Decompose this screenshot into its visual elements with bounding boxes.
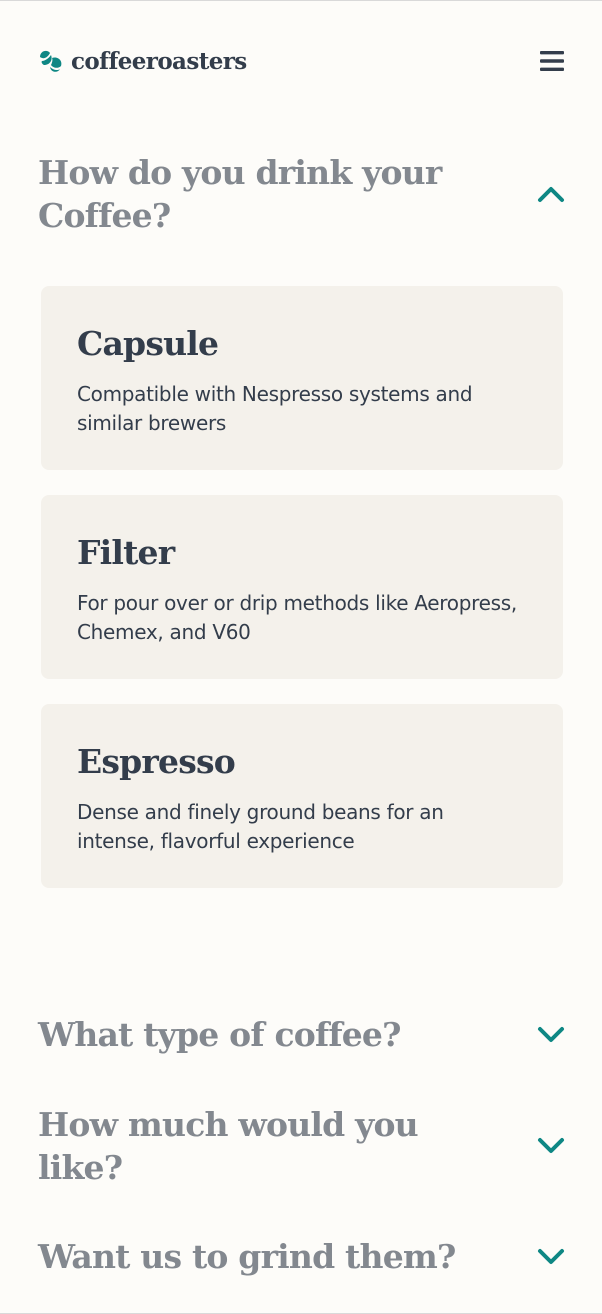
chevron-down-icon[interactable] — [536, 1242, 566, 1272]
section-grind-option: Want us to grind them? — [38, 1235, 566, 1278]
section-bean-type: What type of coffee? — [38, 1013, 566, 1056]
logo[interactable]: coffeeroasters — [38, 48, 247, 75]
option-card-espresso[interactable]: Espresso Dense and finely ground beans f… — [41, 704, 563, 888]
option-title: Filter — [77, 533, 175, 572]
chevron-down-icon[interactable] — [536, 1020, 566, 1050]
section-quantity: How much would you like? — [38, 1103, 566, 1189]
hamburger-menu-button[interactable] — [538, 47, 566, 75]
site-header: coffeeroasters — [38, 41, 566, 81]
option-description: Compatible with Nespresso systems and si… — [77, 382, 473, 435]
option-title: Capsule — [77, 324, 219, 363]
logo-text: coffeeroasters — [71, 47, 247, 75]
section-title: What type of coffee? — [38, 1015, 401, 1054]
option-card-capsule[interactable]: Capsule Compatible with Nespresso system… — [41, 286, 563, 470]
section-header-quantity[interactable]: How much would you like? — [38, 1103, 566, 1189]
option-description: Dense and finely ground beans for an int… — [77, 800, 444, 853]
section-title: Want us to grind them? — [38, 1237, 456, 1276]
section-header-bean-type[interactable]: What type of coffee? — [38, 1013, 566, 1056]
section-header-preferences[interactable]: How do you drink your Coffee? — [38, 151, 566, 237]
hamburger-menu-icon — [540, 51, 564, 71]
section-title: How much would you like? — [38, 1105, 419, 1187]
option-title: Espresso — [77, 742, 236, 781]
chevron-up-icon[interactable] — [536, 179, 566, 209]
coffee-bean-icon — [40, 50, 62, 72]
option-card-filter[interactable]: Filter For pour over or drip methods lik… — [41, 495, 563, 679]
option-list: Capsule Compatible with Nespresso system… — [41, 286, 563, 913]
option-description: For pour over or drip methods like Aerop… — [77, 591, 517, 644]
chevron-down-icon[interactable] — [536, 1131, 566, 1161]
section-preferences: How do you drink your Coffee? — [38, 151, 566, 237]
section-header-grind-option[interactable]: Want us to grind them? — [38, 1235, 566, 1278]
section-title: How do you drink your Coffee? — [38, 153, 442, 235]
